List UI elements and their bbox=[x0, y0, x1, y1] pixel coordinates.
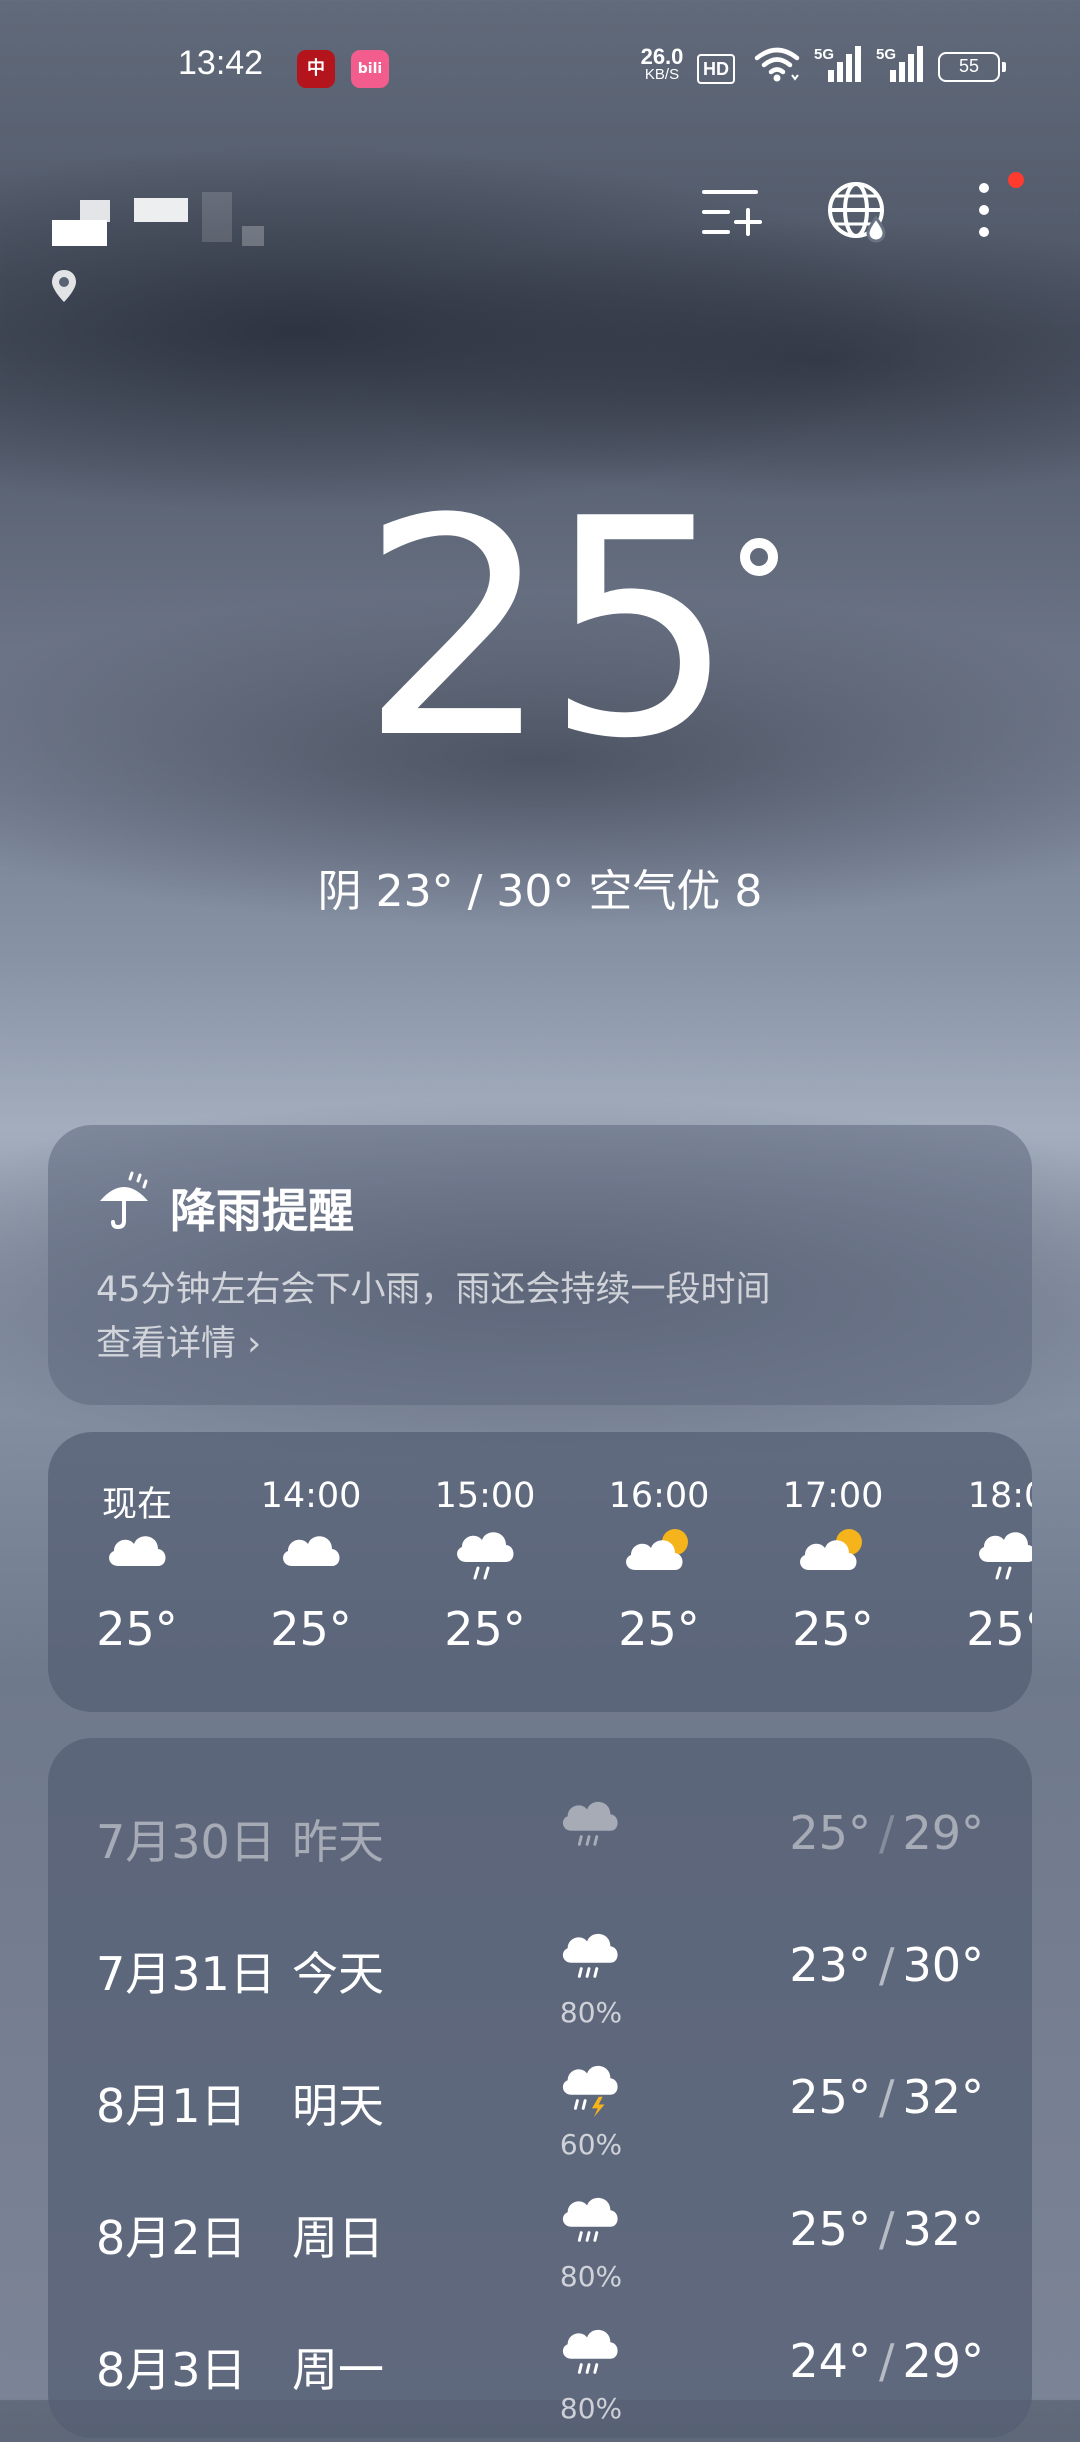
more-vertical-icon[interactable] bbox=[948, 176, 1020, 248]
day-date: 7月31日 bbox=[96, 1947, 276, 2001]
rain-alert-details-link[interactable]: 查看详情 › bbox=[96, 1315, 261, 1366]
hour-temp: 25° bbox=[96, 1602, 178, 1656]
daily-row[interactable]: 8月3日 周一 80% 24°/29° bbox=[48, 2312, 1032, 2442]
day-high: 32° bbox=[902, 2202, 984, 2256]
cloud-rain-icon bbox=[562, 1801, 618, 1846]
day-temp-range: 25°/32° bbox=[789, 2202, 984, 2256]
current-temperature: 25 bbox=[360, 455, 736, 804]
day-low: 24° bbox=[789, 2334, 871, 2388]
hourly-item: 现在 25° bbox=[72, 1476, 202, 1656]
daily-row[interactable]: 7月30日 昨天 25°/29° bbox=[48, 1784, 1032, 1914]
day-high: 29° bbox=[902, 1806, 984, 1860]
bank-app-icon: 中 bbox=[297, 50, 335, 88]
hour-temp: 25° bbox=[270, 1602, 352, 1656]
day-low: 23° bbox=[789, 1938, 871, 1992]
network-speed-value: 26.0 bbox=[640, 44, 684, 69]
rain-alert-card[interactable]: 降雨提醒 45分钟左右会下小雨，雨还会持续一段时间 查看详情 › bbox=[48, 1125, 1032, 1405]
bilibili-app-icon: bili bbox=[351, 50, 389, 88]
hd-voice-badge: HD bbox=[697, 54, 735, 84]
day-temp-range: 23°/30° bbox=[789, 1938, 984, 1992]
day-high: 32° bbox=[902, 2070, 984, 2124]
thunderstorm-icon bbox=[562, 2065, 618, 2118]
daily-row[interactable]: 8月1日 明天 60% 25°/32° bbox=[48, 2048, 1032, 2178]
partly-cloudy-icon bbox=[626, 1529, 688, 1570]
cloud-icon bbox=[109, 1536, 166, 1566]
daily-row[interactable]: 7月31日 今天 80% 23°/30° bbox=[48, 1916, 1032, 2046]
hour-label: 17:00 bbox=[782, 1476, 884, 1516]
weather-summary: 阴 23° / 30° 空气优 8 bbox=[317, 866, 763, 917]
day-precip-chance: 80% bbox=[559, 2392, 623, 2425]
add-list-icon[interactable] bbox=[696, 176, 768, 248]
day-date: 7月30日 bbox=[96, 1815, 276, 1869]
cloud-rain-icon bbox=[562, 1933, 618, 1978]
day-high: 30° bbox=[902, 1938, 984, 1992]
wifi-icon bbox=[754, 47, 800, 82]
day-date: 8月3日 bbox=[96, 2343, 247, 2397]
daily-row[interactable]: 8月2日 周日 80% 25°/32° bbox=[48, 2180, 1032, 2310]
cloud-rain-icon bbox=[562, 2197, 618, 2242]
day-low: 25° bbox=[789, 1806, 871, 1860]
day-precip-chance: 60% bbox=[559, 2128, 623, 2161]
hour-label: 14:00 bbox=[260, 1476, 362, 1516]
hour-temp: 25° bbox=[966, 1602, 1032, 1656]
hourly-item: 17:00 25° bbox=[768, 1476, 898, 1656]
day-date: 8月2日 bbox=[96, 2211, 247, 2265]
day-low: 25° bbox=[789, 2070, 871, 2124]
rain-alert-description: 45分钟左右会下小雨，雨还会持续一段时间 bbox=[96, 1270, 771, 1310]
hour-label: 现在 bbox=[101, 1485, 172, 1525]
day-relative: 明天 bbox=[292, 2079, 384, 2133]
day-relative: 今天 bbox=[292, 1947, 384, 2001]
hour-label: 18:0 bbox=[967, 1476, 1032, 1516]
hourly-item: 16:00 25° bbox=[594, 1476, 724, 1656]
cloud-icon bbox=[283, 1536, 340, 1566]
partly-cloudy-icon bbox=[800, 1529, 862, 1570]
notification-dot bbox=[1008, 172, 1024, 188]
day-temp-range: 24°/29° bbox=[789, 2334, 984, 2388]
hourly-item: 14:00 25° bbox=[246, 1476, 376, 1656]
hourly-forecast[interactable]: 现在 25° 14:00 25° 15:00 25° 16:00 25° 17:… bbox=[48, 1432, 1032, 1712]
day-high: 29° bbox=[902, 2334, 984, 2388]
degree-symbol bbox=[740, 538, 778, 576]
pin-icon bbox=[52, 270, 76, 302]
hourly-item: 15:00 25° bbox=[420, 1476, 550, 1656]
hour-temp: 25° bbox=[792, 1602, 874, 1656]
city-name-redacted[interactable] bbox=[52, 190, 272, 260]
day-temp-range: 25°/29° bbox=[789, 1806, 984, 1860]
hour-label: 16:00 bbox=[608, 1476, 710, 1516]
cloud-rain-icon bbox=[562, 2329, 618, 2374]
day-precip-chance: 80% bbox=[559, 2260, 623, 2293]
hour-label: 15:00 bbox=[434, 1476, 536, 1516]
day-relative: 周日 bbox=[292, 2211, 384, 2265]
daily-forecast[interactable]: 7月30日 昨天 25°/29° 7月31日 今天 80% 23°/30° 8月… bbox=[48, 1738, 1032, 2438]
day-precip-chance: 80% bbox=[559, 1996, 623, 2029]
status-bar: 13:42 中 bili 26.0 KB/S HD 5G 5G 55 bbox=[0, 0, 1080, 140]
day-temp-range: 25°/32° bbox=[789, 2070, 984, 2124]
rain-alert-title: 降雨提醒 bbox=[170, 1184, 354, 1238]
hour-temp: 25° bbox=[618, 1602, 700, 1656]
cloud-rain-icon bbox=[979, 1532, 1032, 1580]
network-speed: 26.0 KB/S bbox=[634, 44, 690, 84]
hourly-item: 18:0 25° bbox=[942, 1476, 1032, 1656]
day-relative: 昨天 bbox=[292, 1815, 384, 1869]
globe-icon[interactable] bbox=[822, 176, 894, 248]
status-time: 13:42 bbox=[178, 44, 264, 82]
day-low: 25° bbox=[789, 2202, 871, 2256]
cloud-rain-icon bbox=[457, 1532, 514, 1580]
hour-temp: 25° bbox=[444, 1602, 526, 1656]
umbrella-rain-icon bbox=[100, 1171, 148, 1230]
day-date: 8月1日 bbox=[96, 2079, 247, 2133]
battery-indicator: 55 bbox=[938, 52, 1006, 82]
day-relative: 周一 bbox=[292, 2343, 384, 2397]
